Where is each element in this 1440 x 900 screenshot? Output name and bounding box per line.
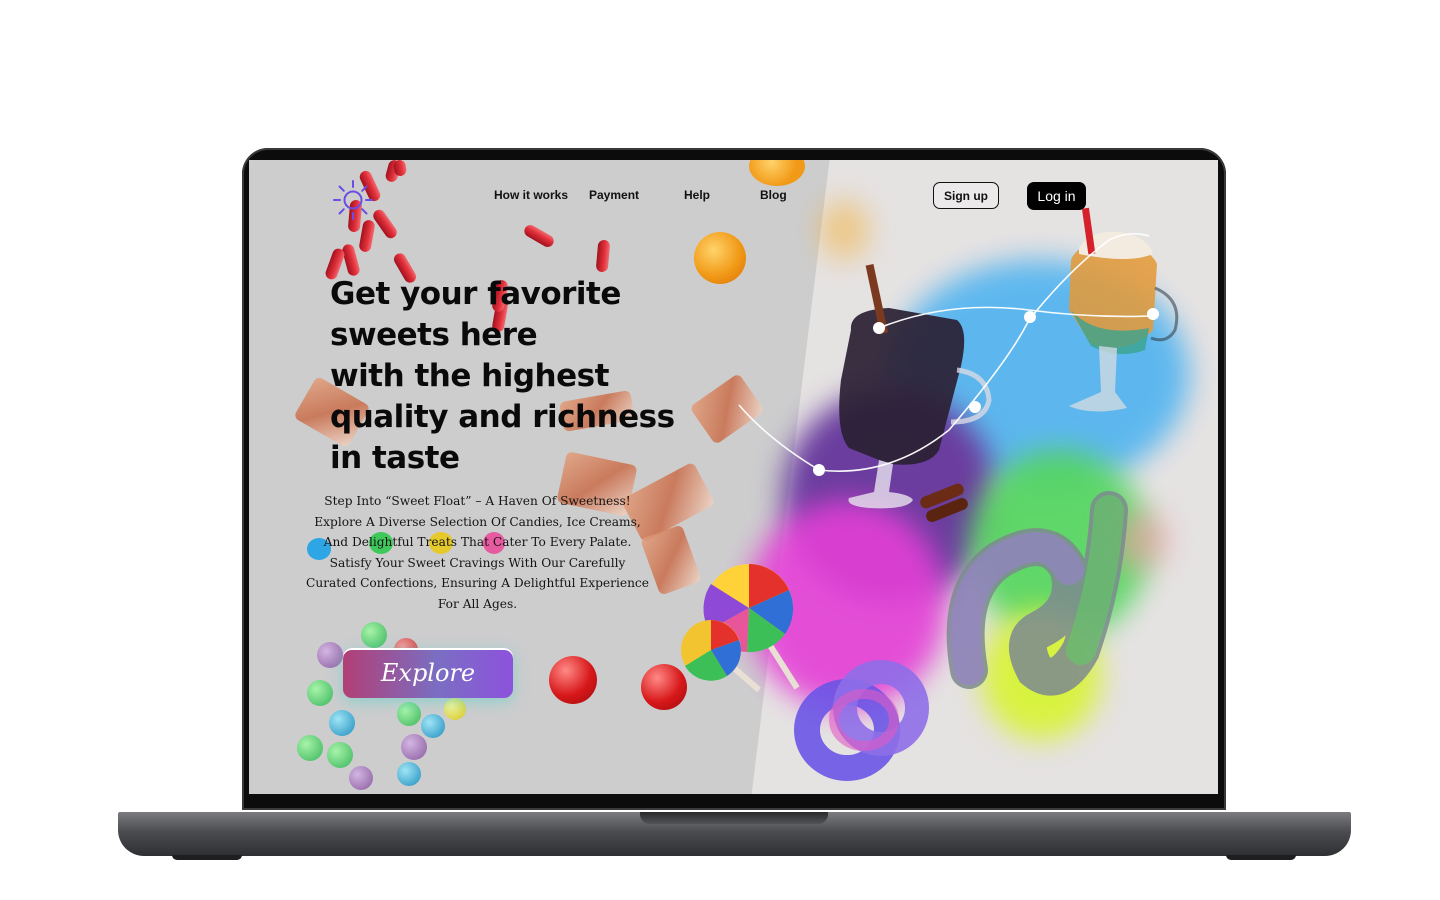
sun-icon[interactable] — [331, 178, 375, 222]
hero-title: Get your favorite sweets here with the h… — [330, 274, 690, 479]
website-screen: How it works Payment Help Blog Sign up L… — [249, 160, 1218, 794]
laptop-foot-left — [172, 855, 242, 860]
hero-title-line: sweets here — [330, 317, 538, 353]
cocktail-glass-icon — [1069, 207, 1179, 412]
nav-link-payment[interactable]: Payment — [589, 188, 639, 202]
hero-title-line: with the highest — [330, 358, 609, 394]
nav-link-how-it-works[interactable]: How it works — [494, 188, 568, 202]
nav-link-blog[interactable]: Blog — [760, 188, 787, 202]
hero-title-line: quality and richness — [330, 399, 675, 435]
nav-link-help[interactable]: Help — [684, 188, 710, 202]
lollipop-icon — [681, 564, 800, 693]
connector-node — [1024, 311, 1036, 323]
hero-title-line: Get your favorite — [330, 276, 621, 312]
hero-title-line: in taste — [330, 440, 460, 476]
laptop-foot-right — [1226, 855, 1296, 860]
laptop-notch — [640, 812, 828, 824]
connector-node — [1147, 308, 1159, 320]
explore-button[interactable]: Explore — [343, 648, 513, 698]
login-button[interactable]: Log in — [1027, 182, 1086, 210]
connector-node — [873, 322, 885, 334]
mulled-wine-glass-icon — [839, 263, 992, 522]
gummy-candy-icon — [794, 491, 1128, 781]
hero-description: Step Into “Sweet Float” – A Haven Of Swe… — [306, 494, 649, 611]
connector-node — [813, 464, 825, 476]
signup-button[interactable]: Sign up — [933, 182, 999, 209]
connector-node — [969, 401, 981, 413]
